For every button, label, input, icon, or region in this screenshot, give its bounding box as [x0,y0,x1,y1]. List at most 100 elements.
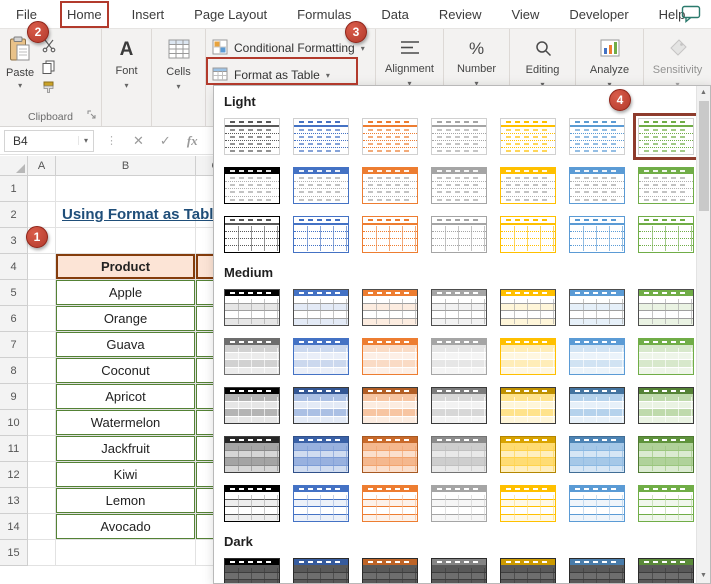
tab-insert[interactable]: Insert [130,6,167,23]
row-header-7[interactable]: 7 [0,332,28,358]
table-style-medium-r1-c5[interactable] [500,289,556,326]
table-style-medium-r5-c2[interactable] [293,485,349,522]
cell[interactable] [28,384,56,410]
table-style-light-r2-c5[interactable] [500,167,556,204]
cell[interactable] [28,176,56,202]
table-style-light-r3-c1[interactable] [224,216,280,253]
tab-review[interactable]: Review [437,6,484,23]
table-style-medium-r2-c2[interactable] [293,338,349,375]
cell[interactable] [28,358,56,384]
table-style-medium-r1-c2[interactable] [293,289,349,326]
product-cell-guava[interactable]: Guava [56,332,196,358]
cell[interactable] [28,202,56,228]
row-header-11[interactable]: 11 [0,436,28,462]
table-style-dark-r1-c3[interactable] [362,558,418,583]
tab-developer[interactable]: Developer [567,6,630,23]
tab-view[interactable]: View [509,6,541,23]
row-header-9[interactable]: 9 [0,384,28,410]
product-cell-jackfruit[interactable]: Jackfruit [56,436,196,462]
row-header-1[interactable]: 1 [0,176,28,202]
cell[interactable]: Using Format as Table [56,202,196,228]
formula-bar-splitter[interactable]: ⋮ [106,134,117,147]
table-style-medium-r3-c3[interactable] [362,387,418,424]
cell[interactable] [56,540,196,566]
tab-formulas[interactable]: Formulas [295,6,353,23]
table-style-light-r1-c1[interactable] [224,118,280,155]
table-style-medium-r3-c2[interactable] [293,387,349,424]
table-style-medium-r1-c1[interactable] [224,289,280,326]
product-cell-apple[interactable]: Apple [56,280,196,306]
table-style-medium-r5-c5[interactable] [500,485,556,522]
table-style-medium-r4-c1[interactable] [224,436,280,473]
table-style-dark-r1-c7[interactable] [638,558,694,583]
row-header-8[interactable]: 8 [0,358,28,384]
table-style-dark-r1-c2[interactable] [293,558,349,583]
table-style-medium-r5-c1[interactable] [224,485,280,522]
tab-home[interactable]: Home [65,6,104,23]
table-style-medium-r2-c6[interactable] [569,338,625,375]
cancel-icon[interactable]: ✕ [133,133,144,149]
table-style-light-r2-c3[interactable] [362,167,418,204]
table-style-medium-r3-c1[interactable] [224,387,280,424]
product-cell-lemon[interactable]: Lemon [56,488,196,514]
scroll-up-icon[interactable]: ▲ [700,87,707,99]
table-style-medium-r3-c4[interactable] [431,387,487,424]
table-style-medium-r2-c3[interactable] [362,338,418,375]
cell[interactable] [56,228,196,254]
paste-button[interactable]: Paste ▾ [6,36,34,95]
scroll-down-icon[interactable]: ▼ [700,570,707,582]
table-style-light-r3-c4[interactable] [431,216,487,253]
table-style-light-r2-c1[interactable] [224,167,280,204]
product-cell-coconut[interactable]: Coconut [56,358,196,384]
table-style-medium-r5-c3[interactable] [362,485,418,522]
table-style-medium-r1-c3[interactable] [362,289,418,326]
table-style-medium-r4-c2[interactable] [293,436,349,473]
table-style-dark-r1-c5[interactable] [500,558,556,583]
table-style-medium-r4-c6[interactable] [569,436,625,473]
tab-file[interactable]: File [14,6,39,23]
table-style-medium-r1-c4[interactable] [431,289,487,326]
table-style-light-r1-c6[interactable] [569,118,625,155]
product-cell-orange[interactable]: Orange [56,306,196,332]
font-group-button[interactable]: A Font ▾ [102,29,152,126]
table-style-light-r2-c7[interactable] [638,167,694,204]
row-header-6[interactable]: 6 [0,306,28,332]
cell[interactable] [28,488,56,514]
enter-icon[interactable]: ✓ [160,133,171,149]
table-style-dark-r1-c4[interactable] [431,558,487,583]
table-style-light-r3-c2[interactable] [293,216,349,253]
cell[interactable] [28,280,56,306]
table-style-light-r3-c6[interactable] [569,216,625,253]
table-style-light-r3-c3[interactable] [362,216,418,253]
product-cell-avocado[interactable]: Avocado [56,514,196,540]
table-style-medium-r2-c4[interactable] [431,338,487,375]
tab-data[interactable]: Data [379,6,410,23]
table-style-light-r3-c5[interactable] [500,216,556,253]
table-style-medium-r4-c4[interactable] [431,436,487,473]
name-box[interactable]: B4 ▾ [4,130,94,152]
column-header-b[interactable]: B [56,156,196,176]
table-style-medium-r5-c4[interactable] [431,485,487,522]
row-header-14[interactable]: 14 [0,514,28,540]
row-header-5[interactable]: 5 [0,280,28,306]
cell[interactable] [28,332,56,358]
row-header-3[interactable]: 3 [0,228,28,254]
table-style-medium-r3-c6[interactable] [569,387,625,424]
product-cell-watermelon[interactable]: Watermelon [56,410,196,436]
row-header-2[interactable]: 2 [0,202,28,228]
copy-button[interactable] [42,59,56,74]
format-painter-button[interactable] [42,80,56,95]
table-style-light-r1-c7[interactable] [638,118,694,155]
cell[interactable] [28,540,56,566]
cell[interactable] [28,254,56,280]
table-style-light-r1-c3[interactable] [362,118,418,155]
column-header-a[interactable]: A [28,156,56,176]
table-style-medium-r2-c5[interactable] [500,338,556,375]
cells-group-button[interactable]: Cells ▾ [152,29,206,126]
table-header-cell[interactable]: Product [56,254,196,280]
table-style-medium-r3-c7[interactable] [638,387,694,424]
table-style-medium-r4-c3[interactable] [362,436,418,473]
format-as-table-button[interactable]: Format as Table ▾ [212,64,371,86]
gallery-scrollbar[interactable]: ▲ ▼ [696,86,710,583]
table-style-medium-r1-c7[interactable] [638,289,694,326]
